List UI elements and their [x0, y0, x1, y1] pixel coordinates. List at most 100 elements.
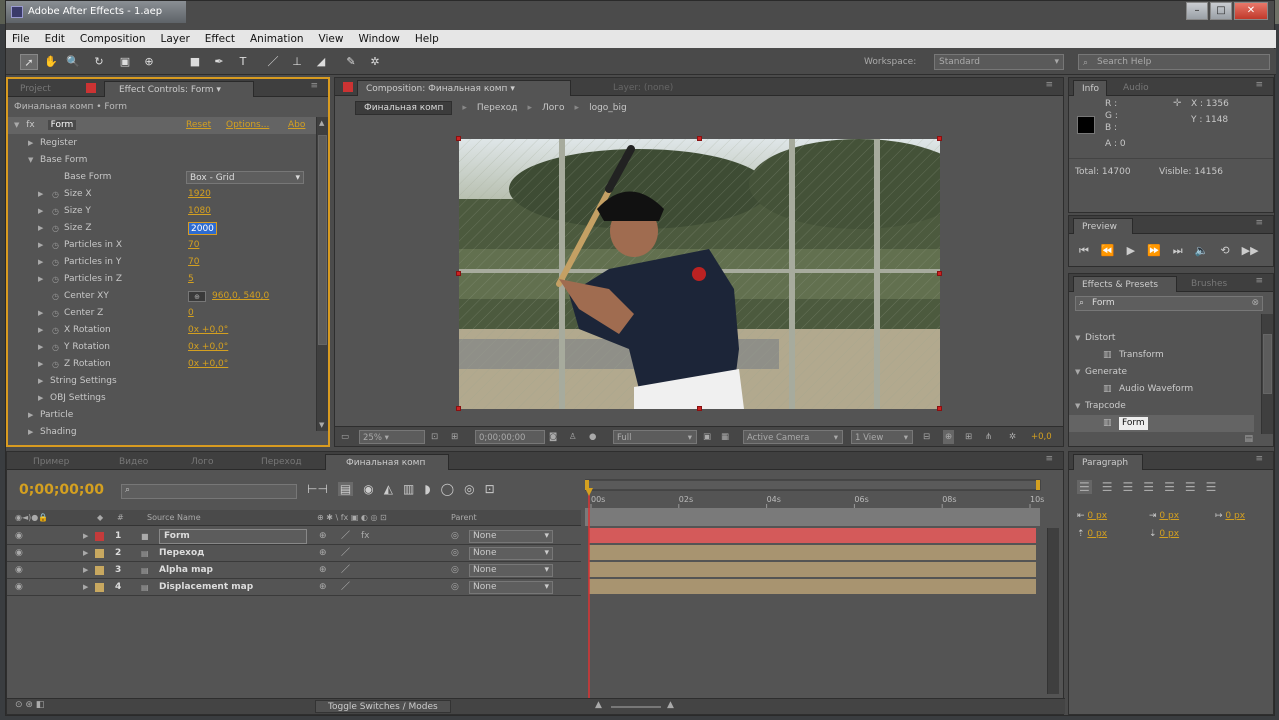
stopwatch-icon[interactable]: ◷ [52, 203, 59, 220]
reset-link[interactable]: Reset [186, 117, 211, 134]
fx-switch-icon[interactable]: fx [26, 120, 35, 130]
quality-switch-icon[interactable]: ／ [341, 545, 350, 562]
layer-duration-bar[interactable] [589, 528, 1036, 543]
pick-whip-icon[interactable]: ◎ [451, 545, 459, 562]
pick-whip-icon[interactable]: ◎ [451, 579, 459, 596]
timeline-search-input[interactable]: ⌕ [121, 484, 297, 499]
property-value[interactable]: 70 [188, 237, 199, 254]
property-row[interactable]: ▶ ◷ Size Z 2000 [8, 220, 316, 237]
effects-category[interactable]: ▼ Trapcode [1069, 398, 1254, 415]
menu-view[interactable]: View [319, 30, 344, 48]
indent-right-value[interactable]: 0 px [1159, 511, 1179, 521]
menu-help[interactable]: Help [415, 30, 439, 48]
visibility-eye-icon[interactable]: ◉ [15, 528, 23, 545]
parent-select[interactable]: None ▾ [469, 530, 553, 543]
camera-select[interactable]: Active Camera ▾ [743, 430, 843, 444]
property-row[interactable]: ▶ ◷ Center Z 0 [8, 305, 316, 322]
stopwatch-icon[interactable]: ◷ [52, 220, 59, 237]
timeline-layer-row[interactable]: ◉ ▶ 1 ■ Form ⊕ ／ fx ◎ None ▾ [7, 528, 581, 545]
safe-zones-icon[interactable]: ⊡ [431, 430, 438, 444]
justify-last-right-icon[interactable]: ☰ [1185, 480, 1196, 494]
timeline-panel-menu-icon[interactable]: ≡ [1045, 454, 1053, 464]
timeline-layer-row[interactable]: ◉ ▶ 4 ▤ Displacement map ⊕ ／ ◎ None ▾ [7, 579, 581, 596]
comp-mini-flowchart-icon[interactable]: ⊢⊣ [307, 482, 328, 496]
base-form-select[interactable]: Box - Grid ▾ [186, 171, 304, 184]
tab-primer[interactable]: Пример [13, 454, 83, 470]
always-preview-icon[interactable]: ▭ [341, 430, 349, 444]
property-value[interactable]: 960,0, 540,0 [212, 288, 269, 305]
layer-name[interactable]: Displacement map [159, 579, 253, 596]
next-frame-icon[interactable]: ⏩ [1147, 244, 1161, 258]
property-value[interactable]: 0 [188, 305, 194, 322]
zoom-in-icon[interactable]: ▲ [667, 700, 674, 710]
handle-top-left[interactable] [456, 136, 461, 141]
transparency-grid-icon[interactable]: ▦ [721, 430, 729, 444]
justify-all-icon[interactable]: ☰ [1206, 480, 1217, 494]
stopwatch-icon[interactable]: ◷ [52, 288, 59, 305]
collapse-arrow-icon[interactable]: ▶ [38, 390, 43, 407]
layer-label-color[interactable] [95, 566, 104, 575]
composition-viewer[interactable] [459, 139, 940, 409]
property-row[interactable]: ▶ Register [8, 135, 316, 152]
layer-duration-bar[interactable] [589, 545, 1036, 560]
tab-final-comp[interactable]: Финальная комп [325, 454, 449, 470]
pick-whip-icon[interactable]: ◎ [451, 562, 459, 579]
handle-top-center[interactable] [697, 136, 702, 141]
flowchart-icon[interactable]: ⋔ [985, 430, 992, 444]
collapse-arrow-icon[interactable]: ▶ [38, 254, 43, 271]
toggle-switches-modes-button[interactable]: Toggle Switches / Modes [315, 700, 451, 713]
indent-first-value[interactable]: 0 px [1225, 511, 1245, 521]
space-after-field[interactable]: ⇣ 0 px [1149, 526, 1179, 543]
handle-bottom-left[interactable] [456, 406, 461, 411]
shy-switch-icon[interactable]: ⊕ [319, 562, 327, 579]
preview-panel-menu-icon[interactable]: ≡ [1255, 218, 1263, 228]
timeline-current-time[interactable]: 0;00;00;00 [19, 482, 104, 498]
handle-top-right[interactable] [937, 136, 942, 141]
tab-transition[interactable]: Переход [241, 454, 325, 470]
panel-menu-icon[interactable]: ≡ [310, 81, 318, 91]
handle-bottom-right[interactable] [937, 406, 942, 411]
search-help-input[interactable]: ⌕ Search Help [1078, 54, 1270, 70]
indent-first-field[interactable]: ↦ 0 px [1215, 508, 1245, 525]
property-value[interactable]: 0x +0,0° [188, 356, 228, 373]
graph-editor-icon[interactable]: ⊡ [485, 482, 495, 496]
stopwatch-icon[interactable]: ◷ [52, 322, 59, 339]
breadcrumb-item-transition[interactable]: Переход [477, 103, 518, 113]
info-panel-menu-icon[interactable]: ≡ [1255, 80, 1263, 90]
effects-scrollbar[interactable] [1261, 314, 1273, 434]
indent-right-field[interactable]: ⇥ 0 px [1149, 508, 1179, 525]
tab-info[interactable]: Info [1073, 80, 1107, 96]
property-value[interactable]: 5 [188, 271, 194, 288]
audio-icon[interactable]: 🔈 [1195, 244, 1209, 258]
collapse-arrow-icon[interactable]: ▶ [38, 322, 43, 339]
collapse-arrow-icon[interactable]: ▶ [38, 305, 43, 322]
effects-item[interactable]: ▥ Transform [1069, 347, 1254, 364]
color-channel-icon[interactable]: ● [589, 430, 596, 444]
shy-switch-icon[interactable]: ⊕ [319, 579, 327, 596]
expand-arrow-icon[interactable]: ▼ [1075, 330, 1080, 347]
collapse-arrow-icon[interactable]: ▶ [28, 424, 33, 441]
effects-panel-menu-icon[interactable]: ≡ [1255, 276, 1263, 286]
first-frame-icon[interactable]: ⏮ [1079, 244, 1089, 258]
quality-switch-icon[interactable]: ／ [341, 579, 350, 596]
collapse-arrow-icon[interactable]: ▶ [38, 220, 43, 237]
property-row[interactable]: ▶ ◷ Z Rotation 0x +0,0° [8, 356, 316, 373]
menu-layer[interactable]: Layer [161, 30, 190, 48]
collapse-arrow-icon[interactable]: ▶ [38, 186, 43, 203]
handle-middle-right[interactable] [937, 271, 942, 276]
stopwatch-icon[interactable]: ◷ [52, 237, 59, 254]
tab-audio[interactable]: Audio [1115, 80, 1165, 96]
property-row[interactable]: ▶ Shading [8, 424, 316, 441]
collapse-arrow-icon[interactable]: ▶ [38, 339, 43, 356]
property-value[interactable]: 1920 [188, 186, 211, 203]
handle-middle-left[interactable] [456, 271, 461, 276]
motion-blur-icon[interactable]: ◗ [424, 482, 430, 496]
layer-expand-arrow-icon[interactable]: ▶ [83, 528, 88, 545]
source-name-header[interactable]: Source Name [147, 510, 201, 526]
collapse-arrow-icon[interactable]: ▶ [38, 237, 43, 254]
indent-left-value[interactable]: 0 px [1087, 511, 1107, 521]
layer-expand-arrow-icon[interactable]: ▶ [83, 545, 88, 562]
exposure-icon[interactable]: ✲ [1009, 430, 1016, 444]
previous-frame-icon[interactable]: ⏪ [1101, 244, 1115, 258]
layer-duration-bar[interactable] [589, 562, 1036, 577]
